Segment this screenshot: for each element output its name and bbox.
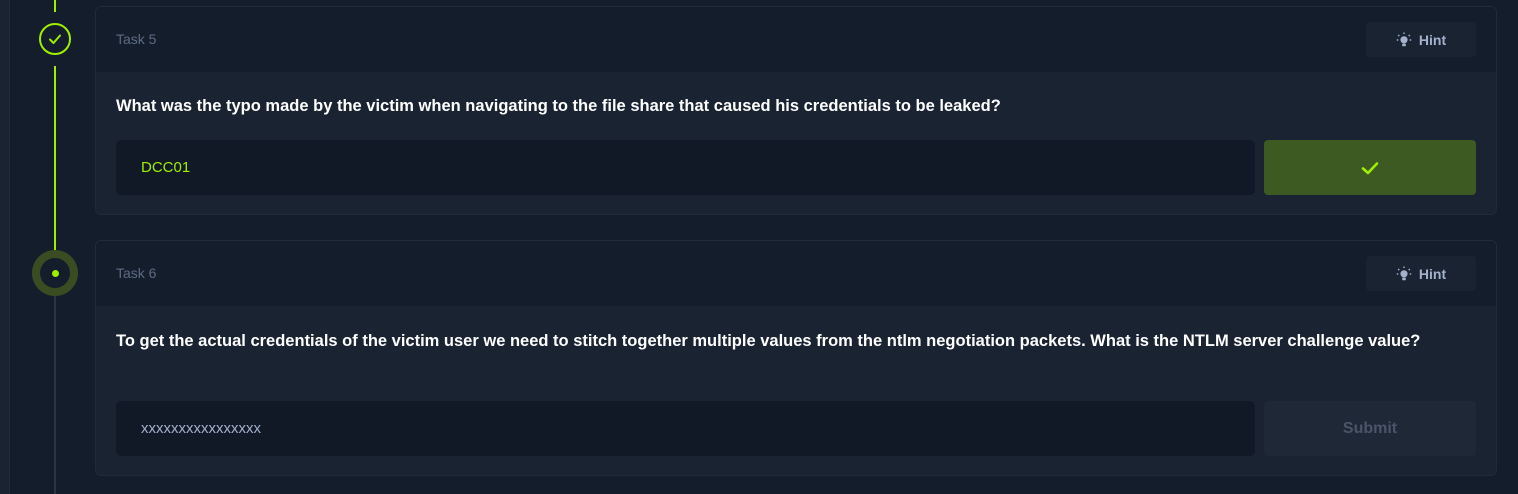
answer-input[interactable]	[116, 140, 1255, 195]
hint-label: Hint	[1418, 31, 1447, 48]
task-title: Task 6	[116, 265, 157, 281]
task-card-5: Task 5 Hint What was the typo made by th…	[95, 6, 1497, 215]
hint-button[interactable]: Hint	[1366, 256, 1476, 291]
hint-button[interactable]: Hint	[1366, 22, 1476, 57]
task-5-complete-marker	[39, 23, 71, 55]
left-sidebar-edge	[0, 0, 10, 494]
task-question: To get the actual credentials of the vic…	[116, 332, 1421, 350]
check-icon	[49, 34, 61, 44]
task-question: What was the typo made by the victim whe…	[116, 97, 1001, 115]
lightbulb-icon	[1396, 32, 1412, 46]
submit-completed-button[interactable]	[1264, 140, 1476, 195]
task-header: Task 6 Hint	[96, 241, 1496, 306]
answer-input[interactable]	[116, 401, 1255, 456]
task-header: Task 5 Hint	[96, 7, 1496, 72]
task-title: Task 5	[116, 31, 157, 47]
lightbulb-icon	[1396, 266, 1412, 280]
hint-label: Hint	[1418, 265, 1447, 282]
timeline-line-pending	[54, 296, 56, 494]
check-icon	[1361, 161, 1379, 174]
task-card-6: Task 6 Hint To get the actual credential…	[95, 240, 1497, 476]
timeline-line-completed	[54, 66, 56, 250]
task-page: Task 5 Hint What was the typo made by th…	[0, 0, 1518, 494]
task-6-current-marker	[32, 250, 78, 296]
dot-icon	[51, 269, 59, 277]
timeline-line-completed	[54, 0, 56, 12]
submit-button[interactable]: Submit	[1264, 401, 1476, 456]
